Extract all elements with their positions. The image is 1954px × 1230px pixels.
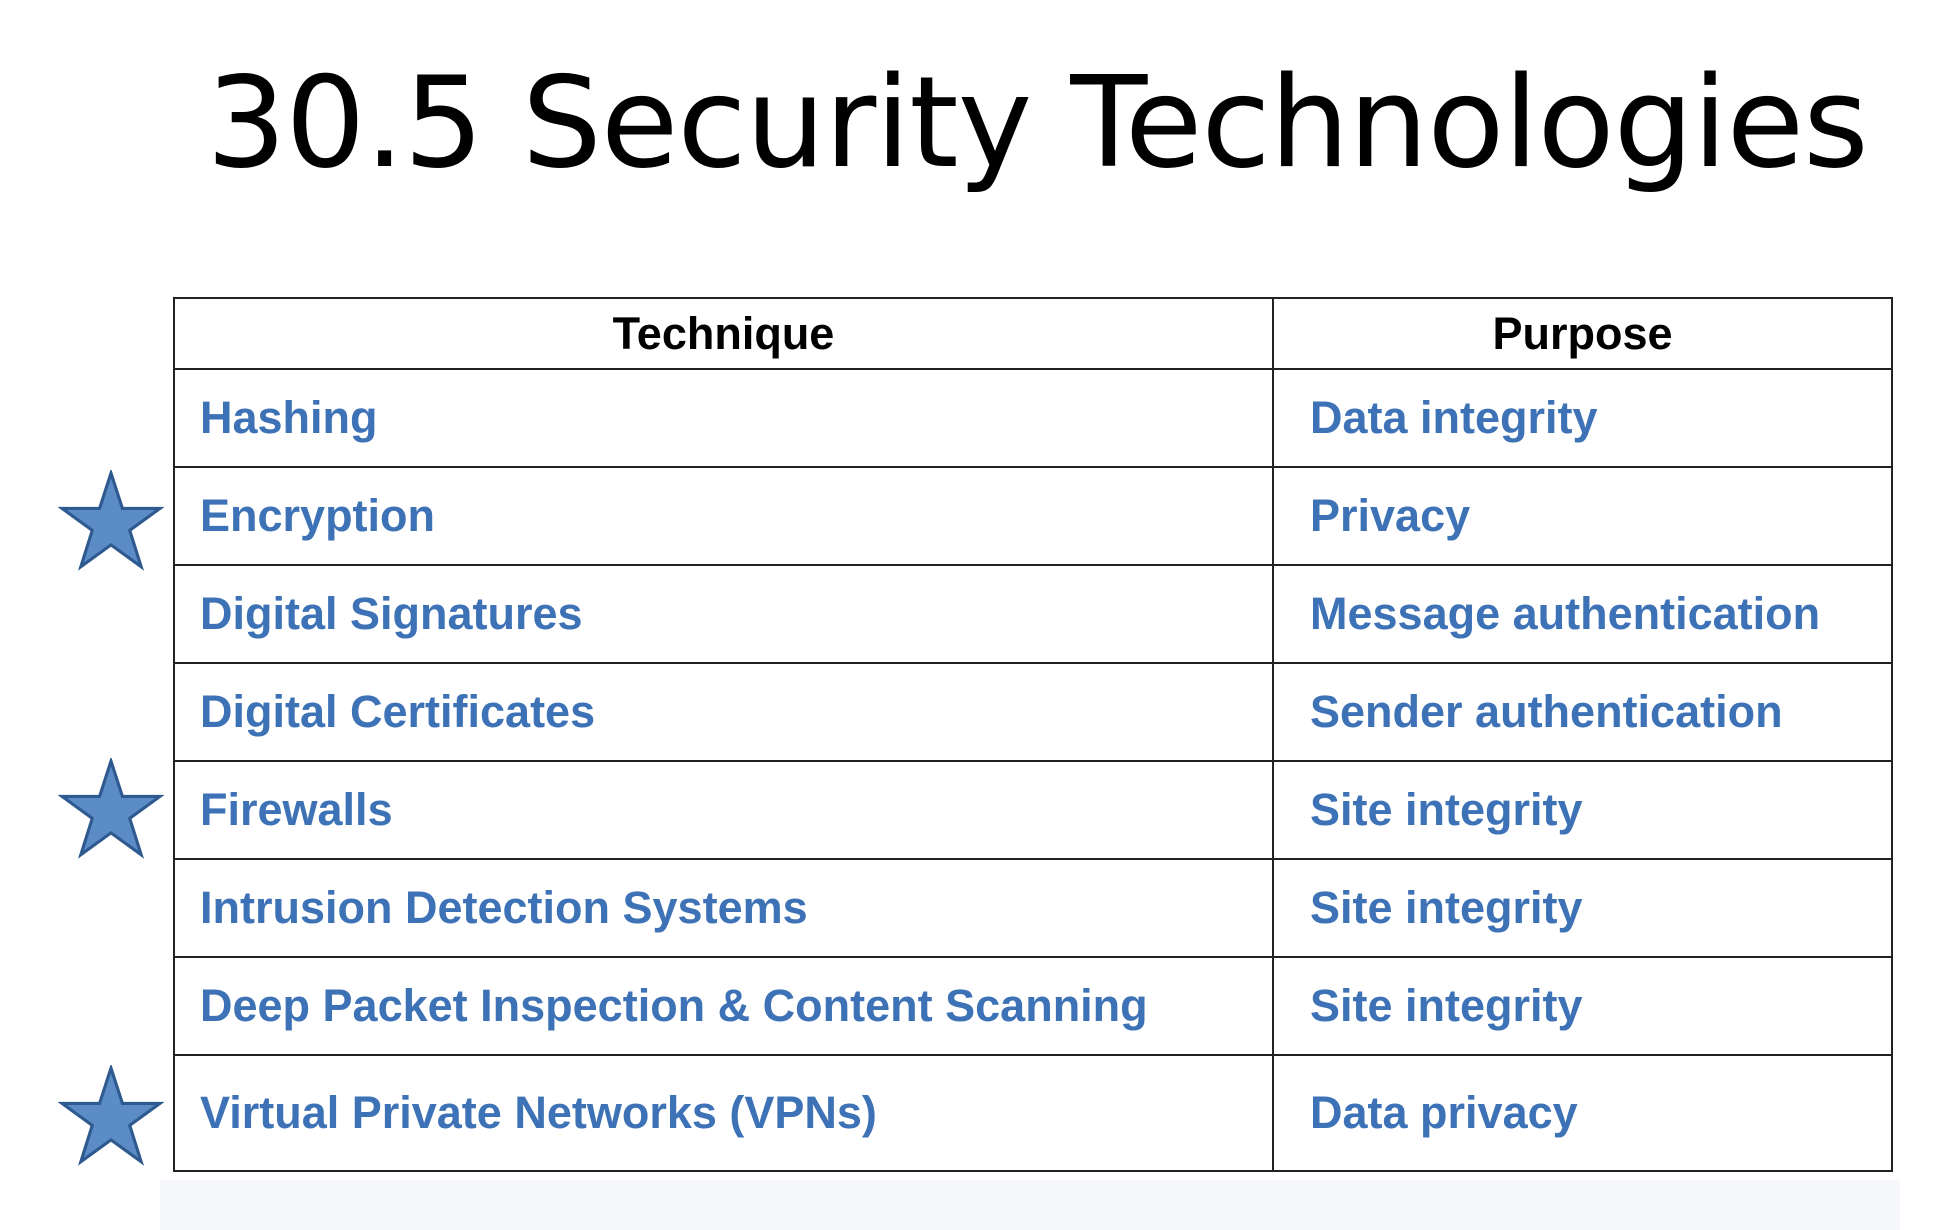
table-shadow bbox=[160, 1180, 1900, 1230]
slide-title: 30.5 Security Technologies bbox=[206, 49, 1868, 196]
table-row: Encryption Privacy bbox=[173, 466, 1893, 566]
table-row: Digital Certificates Sender authenticati… bbox=[173, 662, 1893, 762]
table-row: Intrusion Detection Systems Site integri… bbox=[173, 858, 1893, 958]
table-row: Deep Packet Inspection & Content Scannin… bbox=[173, 956, 1893, 1056]
header-purpose: Purpose bbox=[1272, 297, 1893, 370]
table-row: Digital Signatures Message authenticatio… bbox=[173, 564, 1893, 664]
table-row: Firewalls Site integrity bbox=[173, 760, 1893, 860]
technique-cell: Encryption bbox=[173, 466, 1274, 566]
table-row: Virtual Private Networks (VPNs) Data pri… bbox=[173, 1054, 1893, 1172]
table-row: Hashing Data integrity bbox=[173, 368, 1893, 468]
purpose-cell: Privacy bbox=[1272, 466, 1893, 566]
purpose-cell: Site integrity bbox=[1272, 858, 1893, 958]
purpose-cell: Site integrity bbox=[1272, 760, 1893, 860]
star-icon bbox=[58, 1065, 164, 1169]
technique-cell: Deep Packet Inspection & Content Scannin… bbox=[173, 956, 1274, 1056]
technique-cell: Hashing bbox=[173, 368, 1274, 468]
table-header-row: Technique Purpose bbox=[173, 297, 1893, 370]
purpose-cell: Message authentication bbox=[1272, 564, 1893, 664]
header-technique: Technique bbox=[173, 297, 1274, 370]
star-icon bbox=[58, 758, 164, 862]
star-icon bbox=[58, 470, 164, 574]
purpose-cell: Data integrity bbox=[1272, 368, 1893, 468]
purpose-cell: Data privacy bbox=[1272, 1054, 1893, 1172]
purpose-cell: Sender authentication bbox=[1272, 662, 1893, 762]
technique-cell: Firewalls bbox=[173, 760, 1274, 860]
technique-cell: Virtual Private Networks (VPNs) bbox=[173, 1054, 1274, 1172]
purpose-cell: Site integrity bbox=[1272, 956, 1893, 1056]
technique-cell: Digital Signatures bbox=[173, 564, 1274, 664]
technique-cell: Intrusion Detection Systems bbox=[173, 858, 1274, 958]
technique-cell: Digital Certificates bbox=[173, 662, 1274, 762]
security-technologies-table: Technique Purpose Hashing Data integrity… bbox=[173, 297, 1893, 1172]
